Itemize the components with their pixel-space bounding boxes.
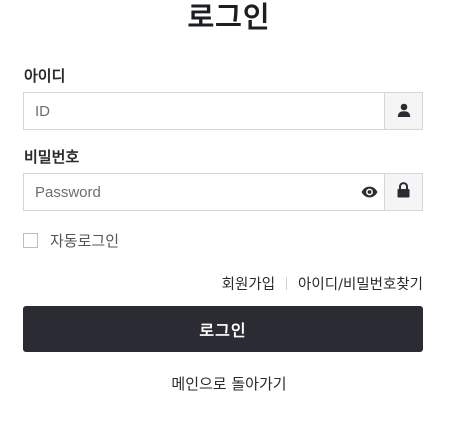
- password-icon-box: [384, 174, 422, 210]
- id-field-wrapper: [23, 92, 423, 130]
- show-password-button[interactable]: [354, 174, 384, 210]
- page-title: 로그인: [187, 0, 271, 34]
- password-label: 비밀번호: [24, 148, 80, 166]
- account-links: 회원가입 아이디/비밀번호찾기: [222, 273, 423, 293]
- user-icon: [397, 102, 411, 121]
- id-label: 아이디: [24, 67, 66, 85]
- link-divider: [286, 276, 288, 290]
- remember-label: 자동로그인: [50, 231, 120, 250]
- remember-me[interactable]: 자동로그인: [23, 230, 119, 250]
- id-icon-box: [384, 93, 422, 129]
- login-page: 로그인 아이디 비밀번호: [0, 0, 458, 439]
- password-input[interactable]: [24, 174, 354, 210]
- back-to-main-link[interactable]: 메인으로 돌아가기: [0, 373, 458, 394]
- login-button[interactable]: 로그인: [23, 306, 423, 352]
- id-input[interactable]: [24, 93, 384, 129]
- password-field-wrapper: [23, 173, 423, 211]
- lock-icon: [397, 182, 410, 202]
- eye-icon: [361, 183, 378, 202]
- signup-link[interactable]: 회원가입: [222, 273, 275, 294]
- remember-checkbox[interactable]: [23, 232, 38, 248]
- find-account-link[interactable]: 아이디/비밀번호찾기: [298, 273, 423, 294]
